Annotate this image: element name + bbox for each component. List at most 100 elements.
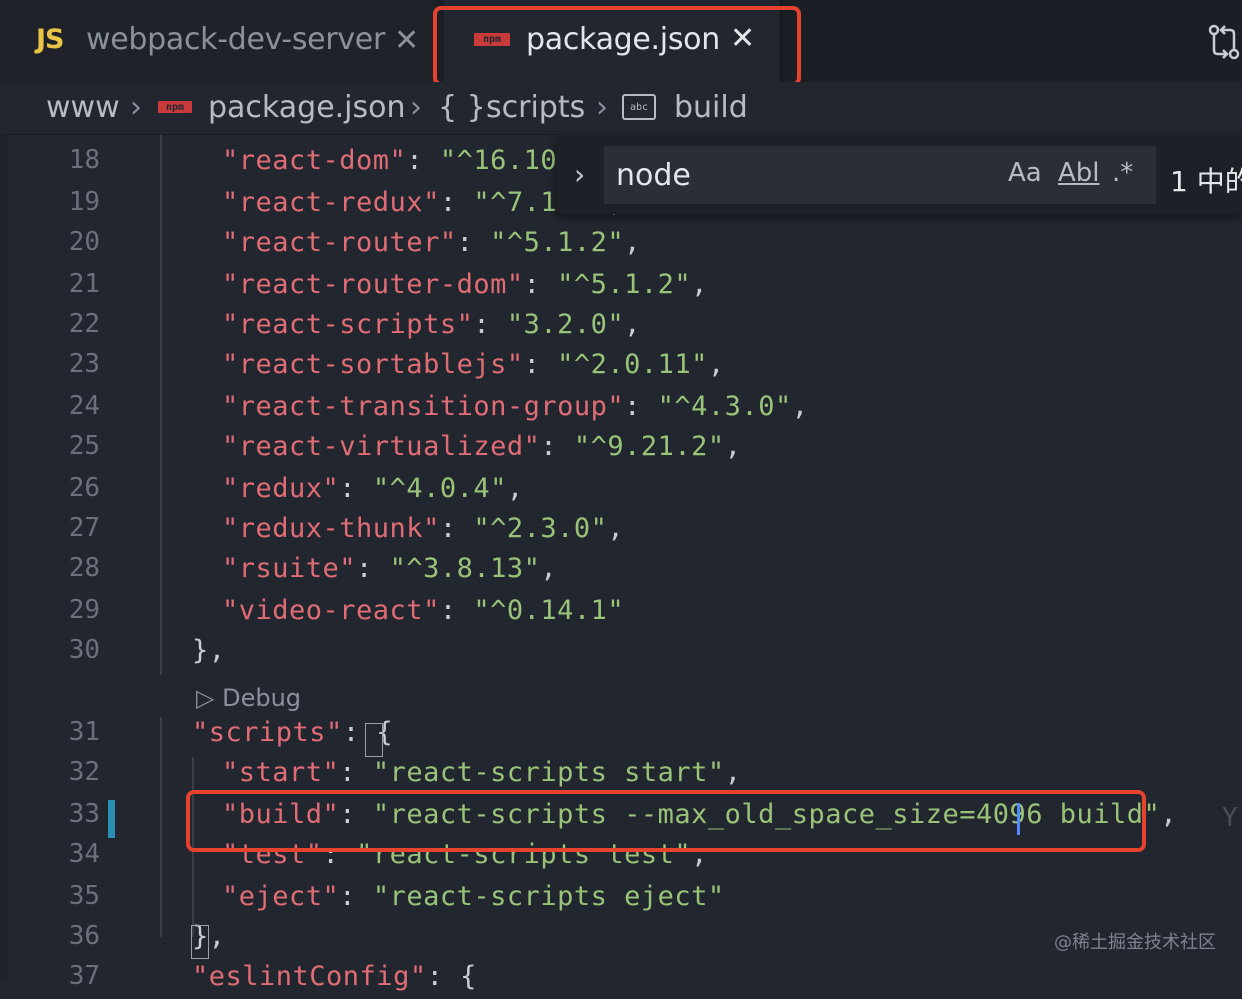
breadcrumb: www › npm package.json › { } scripts › a… xyxy=(0,82,1242,135)
code-line: 22 "react-scripts": "3.2.0", xyxy=(0,307,1242,347)
punctuation: , xyxy=(624,227,641,258)
line-number: 19 xyxy=(68,187,100,217)
match-case-button[interactable]: Aa xyxy=(1008,158,1042,188)
line-number: 37 xyxy=(68,961,100,991)
breadcrumb-separator: › xyxy=(596,90,608,125)
breadcrumb-item-build[interactable]: build xyxy=(674,90,748,125)
code-text: "scripts": { xyxy=(192,717,393,748)
tab-bar: JS webpack-dev-server ✕ npm package.json… xyxy=(0,0,1242,82)
code-line: 28 "rsuite": "^3.8.13", xyxy=(0,551,1242,591)
line-number: 25 xyxy=(68,431,100,461)
code-text: "redux": "^4.0.4", xyxy=(222,473,524,504)
line-number: 36 xyxy=(68,921,100,951)
json-string-value: "react-scripts test" xyxy=(356,839,692,870)
json-key: "video-react" xyxy=(222,595,440,626)
code-editor[interactable]: ▷ Debug 18"react-dom": "^16.10.2",19"rea… xyxy=(0,135,1242,992)
matching-bracket xyxy=(365,723,383,757)
object-braces-icon: { } xyxy=(438,90,486,125)
json-string-value: "react-scripts --max_old_space_size=4096… xyxy=(372,799,1161,830)
json-key: "redux-thunk" xyxy=(222,513,440,544)
breadcrumb-item-scripts[interactable]: scripts xyxy=(486,90,585,125)
debug-codelens[interactable]: ▷ Debug xyxy=(196,684,301,712)
json-string-value: "react-scripts start" xyxy=(372,757,725,788)
code-line: 37 "eslintConfig": { xyxy=(0,959,1242,999)
json-key: "start" xyxy=(222,757,340,788)
ghost-text: Y xyxy=(1222,803,1238,833)
tab-label: webpack-dev-server xyxy=(86,22,385,57)
line-number: 28 xyxy=(68,553,100,583)
tab-webpack-dev-server[interactable]: JS webpack-dev-server ✕ xyxy=(0,0,436,82)
punctuation: , xyxy=(506,473,524,504)
code-text: "test": "react-scripts test", xyxy=(222,839,708,870)
code-text: "redux-thunk": "^2.3.0", xyxy=(222,513,625,544)
punctuation: , xyxy=(607,513,625,544)
code-line: 29 "video-react": "^0.14.1" xyxy=(0,593,1242,633)
breadcrumb-item-www[interactable]: www xyxy=(46,90,120,125)
code-line: 33 "build": "react-scripts --max_old_spac… xyxy=(0,797,1242,837)
json-key: "react-router-dom" xyxy=(222,269,524,300)
line-number: 30 xyxy=(68,635,100,665)
line-number: 32 xyxy=(68,757,100,787)
json-string-value: "^3.8.13" xyxy=(389,553,541,584)
find-result-count: 1 中的 xyxy=(1170,165,1242,198)
tab-label: package.json xyxy=(526,22,720,57)
line-number: 34 xyxy=(68,839,100,869)
code-text: "eslintConfig": { xyxy=(192,961,477,992)
code-text: "rsuite": "^3.8.13", xyxy=(222,553,558,584)
line-number: 20 xyxy=(68,227,100,257)
code-line: 21 "react-router-dom": "^5.1.2", xyxy=(0,267,1242,307)
punctuation: : { xyxy=(426,961,477,992)
line-number: 18 xyxy=(68,145,100,175)
compare-changes-icon[interactable] xyxy=(1206,20,1242,64)
json-key: "react-sortablejs" xyxy=(222,349,524,380)
punctuation: , xyxy=(724,757,742,788)
json-key: "scripts" xyxy=(192,717,343,748)
punctuation: , xyxy=(1160,799,1178,830)
json-key: "eslintConfig" xyxy=(192,961,427,992)
json-string-value: "^9.21.2" xyxy=(573,431,725,462)
code-text: "react-scripts": "3.2.0", xyxy=(222,309,641,340)
toggle-replace-chevron-icon[interactable]: › xyxy=(574,158,585,191)
punctuation: , xyxy=(691,839,708,870)
tab-package-json[interactable]: npm package.json ✕ xyxy=(444,0,782,82)
code-text: "build": "react-scripts --max_old_space_… xyxy=(222,799,1178,830)
line-number: 33 xyxy=(68,799,100,829)
use-regex-button[interactable]: .* xyxy=(1112,158,1133,188)
punctuation: , xyxy=(707,349,725,380)
line-number: 31 xyxy=(68,717,100,747)
json-string-value: "^2.0.11" xyxy=(557,349,708,380)
json-key: "eject" xyxy=(222,881,340,912)
code-text: "react-router": "^5.1.2", xyxy=(222,227,641,258)
code-line: 31 "scripts": { xyxy=(0,715,1242,755)
json-string-value: "^5.1.2" xyxy=(490,227,625,258)
json-key: "react-scripts" xyxy=(222,309,474,340)
find-widget: › Aa Abl .* 1 中的 xyxy=(556,136,1242,214)
code-text: "react-transition-group": "^4.3.0", xyxy=(222,391,809,422)
punctuation: , xyxy=(791,391,809,422)
close-icon[interactable]: ✕ xyxy=(394,26,419,56)
code-line: 35 "eject": "react-scripts eject" xyxy=(0,879,1242,919)
json-string-value: "react-scripts eject" xyxy=(372,881,725,912)
code-text: "eject": "react-scripts eject" xyxy=(222,881,725,912)
json-key: "test" xyxy=(222,839,323,870)
code-line: 26 "redux": "^4.0.4", xyxy=(0,471,1242,511)
code-text: "start": "react-scripts start", xyxy=(222,757,742,788)
code-line: 34 "test": "react-scripts test", xyxy=(0,837,1242,877)
code-line: 30}, xyxy=(0,633,1242,673)
line-number: 35 xyxy=(68,881,100,911)
breadcrumb-item-file[interactable]: package.json xyxy=(208,90,406,125)
punctuation: , xyxy=(540,553,558,584)
code-line: 25 "react-virtualized": "^9.21.2", xyxy=(0,429,1242,469)
punctuation: }, xyxy=(192,635,226,666)
code-text: "react-sortablejs": "^2.0.11", xyxy=(222,349,725,380)
code-text: "react-virtualized": "^9.21.2", xyxy=(222,431,742,462)
code-line: 27 "redux-thunk": "^2.3.0", xyxy=(0,511,1242,551)
match-whole-word-button[interactable]: Abl xyxy=(1058,158,1100,188)
line-number: 21 xyxy=(68,269,100,299)
json-string-value: "3.2.0" xyxy=(506,309,625,340)
close-icon[interactable]: ✕ xyxy=(730,24,755,54)
line-number: 27 xyxy=(68,513,100,543)
json-string-value: "^2.3.0" xyxy=(473,513,608,544)
line-number: 26 xyxy=(68,473,100,503)
npm-icon: npm xyxy=(474,33,510,46)
